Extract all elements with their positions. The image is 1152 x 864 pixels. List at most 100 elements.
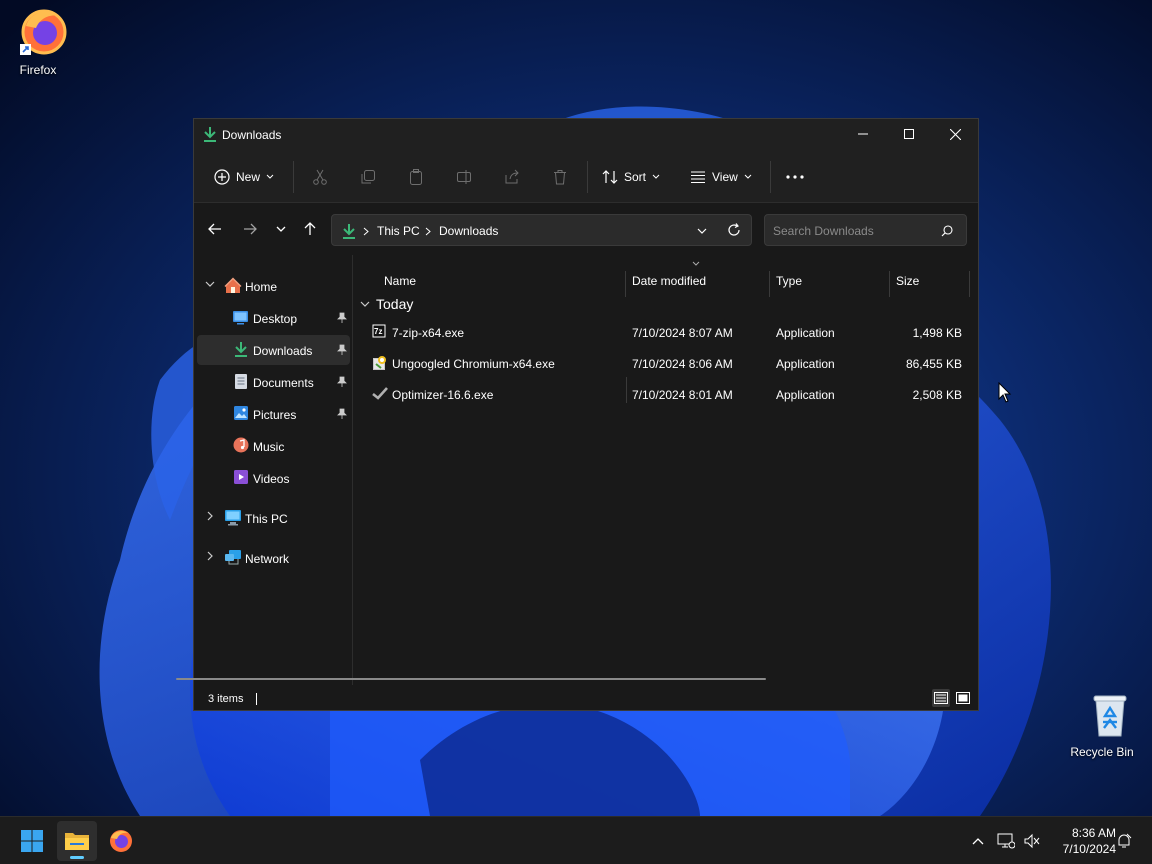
address-bar-row: This PC Downloads	[194, 203, 978, 255]
share-button[interactable]	[504, 161, 520, 193]
new-label: New	[236, 170, 261, 184]
taskbar-clock[interactable]: 8:36 AM 7/10/2024	[1048, 825, 1116, 857]
arrow-right-icon	[244, 223, 257, 235]
trash-icon	[554, 170, 566, 185]
plus-circle-icon	[214, 169, 230, 185]
music-icon	[233, 437, 249, 453]
chevron-down-icon[interactable]	[205, 279, 215, 289]
nav-label: Music	[253, 440, 285, 454]
back-button[interactable]	[203, 217, 227, 241]
nav-item-home[interactable]: Home	[197, 271, 350, 301]
show-hidden-icons-button[interactable]	[968, 831, 988, 851]
nav-item-documents[interactable]: Documents	[197, 367, 350, 397]
speaker-muted-icon	[1024, 833, 1040, 849]
maximize-button[interactable]	[886, 119, 932, 149]
breadcrumb-this-pc[interactable]: This PC	[377, 224, 420, 238]
rename-icon	[457, 170, 471, 184]
desktop-folder-icon	[233, 311, 248, 325]
nav-item-videos[interactable]: Videos	[197, 463, 350, 493]
pin-icon[interactable]	[337, 312, 347, 323]
column-header-name[interactable]: Name	[378, 265, 626, 295]
pin-icon[interactable]	[337, 344, 347, 355]
refresh-icon[interactable]	[727, 223, 741, 237]
sort-button[interactable]: Sort	[602, 161, 660, 193]
up-button[interactable]	[298, 217, 322, 241]
column-divider[interactable]	[769, 271, 770, 297]
taskbar-firefox[interactable]	[101, 821, 141, 861]
file-date: 7/10/2024 8:07 AM	[632, 326, 733, 340]
file-row[interactable]: Ungoogled Chromium-x64.exe 7/10/2024 8:0…	[360, 348, 972, 378]
column-header-size[interactable]: Size	[890, 265, 970, 295]
network-tray-button[interactable]	[996, 831, 1016, 851]
sort-indicator-icon	[692, 261, 700, 266]
group-label: Today	[376, 296, 414, 312]
nav-item-network[interactable]: Network	[197, 543, 350, 573]
column-header-date-modified[interactable]: Date modified	[626, 261, 770, 295]
chevron-down-icon	[276, 226, 286, 232]
nav-item-music[interactable]: Music	[197, 431, 350, 461]
rename-button[interactable]	[456, 161, 472, 193]
list-view-icon	[691, 171, 705, 184]
chevron-right-icon[interactable]	[205, 511, 215, 521]
status-bar: 3 items	[194, 685, 978, 710]
taskbar-file-explorer[interactable]	[57, 821, 97, 861]
file-name: Optimizer-16.6.exe	[392, 388, 494, 402]
notification-bell-icon	[1118, 833, 1132, 848]
this-pc-icon	[225, 510, 241, 526]
videos-icon	[234, 470, 248, 484]
nav-item-this-pc[interactable]: This PC	[197, 503, 350, 533]
details-view-toggle[interactable]	[932, 689, 950, 707]
minimize-button[interactable]	[840, 119, 886, 149]
volume-tray-button[interactable]	[1022, 831, 1042, 851]
file-row[interactable]: 7z 7-zip-x64.exe 7/10/2024 8:07 AM Appli…	[360, 317, 972, 347]
nav-label: Videos	[253, 472, 290, 486]
address-field[interactable]: This PC Downloads	[331, 214, 752, 246]
cut-button[interactable]	[312, 161, 328, 193]
breadcrumb-downloads[interactable]: Downloads	[439, 224, 498, 238]
file-date: 7/10/2024 8:01 AM	[632, 388, 733, 402]
paste-button[interactable]	[408, 161, 424, 193]
column-divider[interactable]	[969, 271, 970, 297]
forward-button[interactable]	[238, 217, 262, 241]
column-header-type[interactable]: Type	[770, 265, 890, 295]
desktop-icon-firefox[interactable]: Firefox	[0, 6, 76, 77]
file-row[interactable]: Optimizer-16.6.exe 7/10/2024 8:01 AM App…	[360, 379, 972, 409]
close-button[interactable]	[932, 119, 978, 149]
tiles-view-toggle[interactable]	[954, 689, 972, 707]
pin-icon[interactable]	[337, 376, 347, 387]
ellipsis-icon	[786, 175, 804, 179]
more-options-button[interactable]	[786, 161, 804, 193]
copy-button[interactable]	[360, 161, 376, 193]
active-indicator	[70, 856, 84, 859]
horizontal-scrollbar[interactable]	[176, 678, 766, 680]
column-divider[interactable]	[889, 271, 890, 297]
scissors-icon	[313, 169, 327, 185]
checkmark-icon	[372, 387, 388, 400]
new-button[interactable]: New	[214, 161, 274, 193]
recent-locations-button[interactable]	[269, 217, 293, 241]
title-bar[interactable]: Downloads	[194, 119, 978, 151]
start-button[interactable]	[12, 821, 52, 861]
delete-button[interactable]	[552, 161, 568, 193]
column-divider[interactable]	[625, 271, 626, 297]
nav-item-desktop[interactable]: Desktop	[197, 303, 350, 333]
search-icon[interactable]	[941, 225, 953, 237]
address-history-chevron-icon[interactable]	[697, 228, 707, 234]
view-button[interactable]: View	[690, 161, 752, 193]
nav-item-pictures[interactable]: Pictures	[197, 399, 350, 429]
pane-splitter[interactable]	[352, 255, 353, 685]
window-title: Downloads	[222, 128, 282, 142]
nav-item-downloads[interactable]: Downloads	[197, 335, 350, 365]
file-size: 86,455 KB	[905, 357, 962, 371]
tiles-view-icon	[956, 692, 970, 704]
firefox-icon	[20, 9, 67, 55]
chevron-right-icon[interactable]	[205, 551, 215, 561]
notifications-button[interactable]	[1114, 831, 1134, 851]
pin-icon[interactable]	[337, 408, 347, 419]
search-input[interactable]	[773, 222, 933, 240]
group-header-today[interactable]: Today	[360, 293, 413, 315]
taskbar: 8:36 AM 7/10/2024	[0, 816, 1152, 864]
desktop-icon-recycle-bin[interactable]: Recycle Bin	[1064, 692, 1140, 759]
file-type: Application	[776, 326, 835, 340]
search-field[interactable]	[764, 214, 967, 246]
